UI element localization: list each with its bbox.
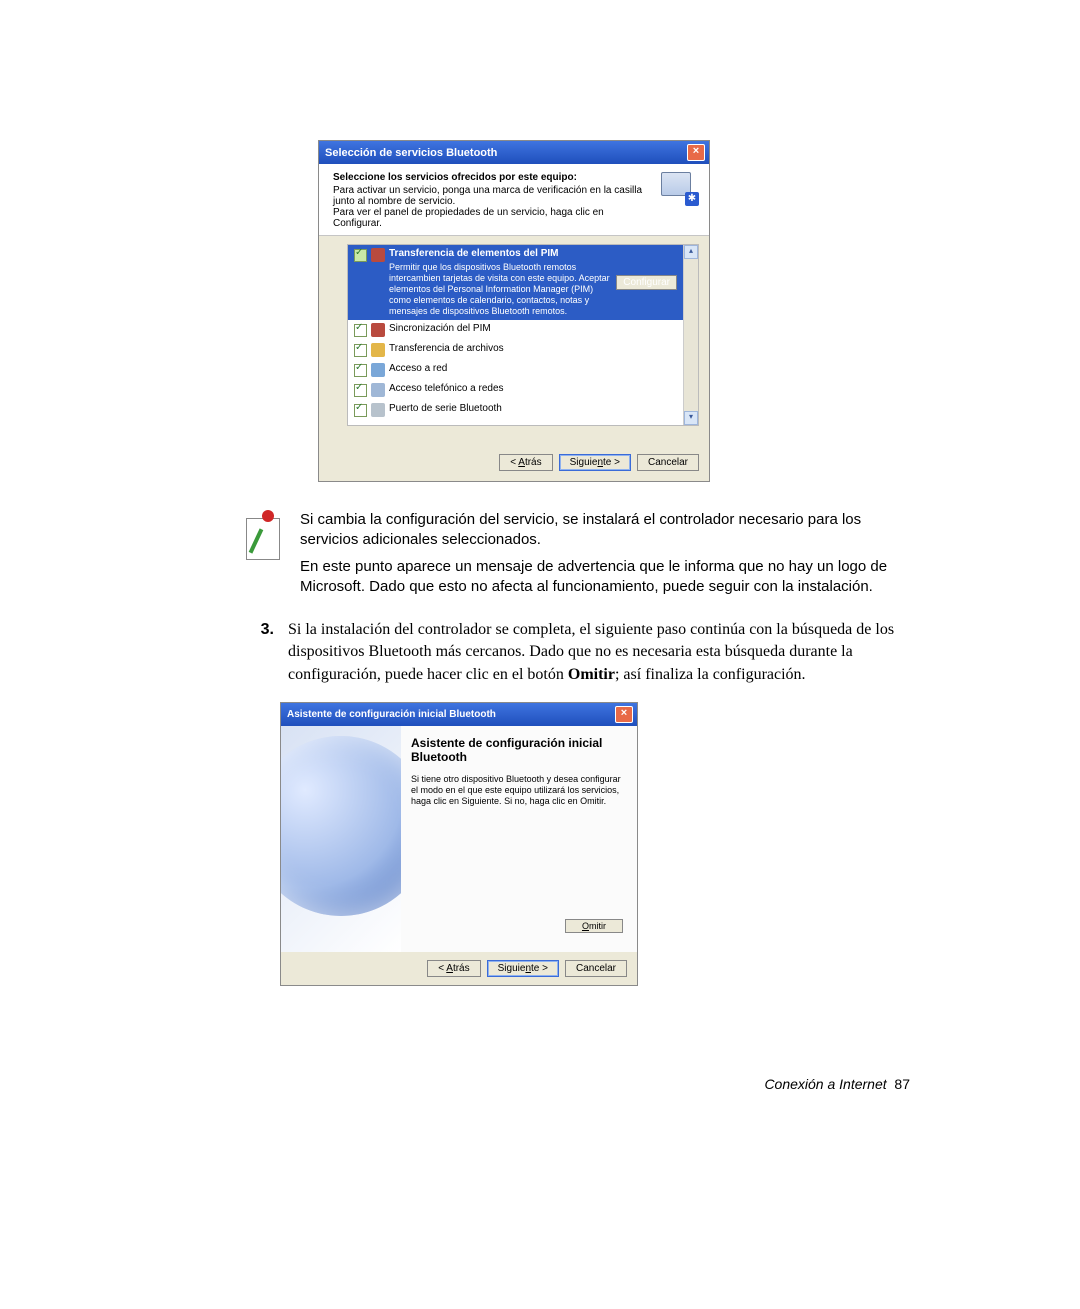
checkbox-icon[interactable] xyxy=(354,384,367,397)
checkbox-icon[interactable] xyxy=(354,344,367,357)
page-number: 87 xyxy=(894,1076,910,1092)
dialog2-heading: Asistente de configuración inicial Bluet… xyxy=(411,736,623,764)
footer-label: Conexión a Internet xyxy=(764,1076,886,1092)
services-listbox[interactable]: Transferencia de elementos del PIM Permi… xyxy=(347,244,699,426)
scrollbar[interactable]: ▴ ▾ xyxy=(683,245,698,425)
scroll-up-icon[interactable]: ▴ xyxy=(684,245,698,259)
service-pim-transfer[interactable]: Transferencia de elementos del PIM Permi… xyxy=(348,245,683,320)
dialog2-body: Asistente de configuración inicial Bluet… xyxy=(281,726,637,952)
dialog1-title: Selección de servicios Bluetooth xyxy=(325,147,497,159)
dialog2-paragraph: Si tiene otro dispositivo Bluetooth y de… xyxy=(411,774,623,807)
next-button[interactable]: Siguiente > xyxy=(487,960,559,977)
dialog1-buttons: < Atrás Siguiente > Cancelar xyxy=(319,434,709,481)
folder-icon xyxy=(371,343,385,357)
network-icon xyxy=(371,363,385,377)
step-3: 3. Si la instalación del controlador se … xyxy=(250,619,910,686)
sync-icon xyxy=(371,323,385,337)
computer-bluetooth-icon: ✱ xyxy=(661,172,699,206)
close-icon[interactable]: × xyxy=(687,144,705,161)
dialog1-titlebar[interactable]: Selección de servicios Bluetooth × xyxy=(319,141,709,164)
note-paragraph-1: Si cambia la configuración del servicio,… xyxy=(300,510,910,551)
service-serial-port[interactable]: Puerto de serie Bluetooth xyxy=(348,400,683,420)
dialog2-title: Asistente de configuración inicial Bluet… xyxy=(287,709,496,720)
page-footer: Conexión a Internet 87 xyxy=(250,1076,910,1092)
note-paragraph-2: En este punto aparece un mensaje de adve… xyxy=(300,557,910,598)
step-number: 3. xyxy=(250,619,274,686)
bluetooth-wizard-dialog: Asistente de configuración inicial Bluet… xyxy=(280,702,638,986)
back-button[interactable]: < Atrás xyxy=(499,454,552,471)
phone-icon xyxy=(371,383,385,397)
checkbox-icon[interactable] xyxy=(354,249,367,262)
dialog1-intro: Seleccione los servicios ofrecidos por e… xyxy=(319,164,709,236)
checkbox-icon[interactable] xyxy=(354,364,367,377)
notepad-icon xyxy=(246,510,282,560)
pim-icon xyxy=(371,248,385,262)
service-network-access[interactable]: Acceso a red xyxy=(348,360,683,380)
service-pim-desc: Permitir que los dispositivos Bluetooth … xyxy=(389,262,612,317)
cancel-button[interactable]: Cancelar xyxy=(637,454,699,471)
service-pim-sync[interactable]: Sincronización del PIM xyxy=(348,320,683,340)
omit-button[interactable]: Omitir xyxy=(565,919,623,933)
bluetooth-services-dialog: Selección de servicios Bluetooth × Selec… xyxy=(318,140,710,482)
document-page: Selección de servicios Bluetooth × Selec… xyxy=(0,0,1080,1152)
dialog1-line2: Para ver el panel de propiedades de un s… xyxy=(333,207,653,229)
dialog2-titlebar[interactable]: Asistente de configuración inicial Bluet… xyxy=(281,703,637,726)
checkbox-icon[interactable] xyxy=(354,324,367,337)
next-button[interactable]: Siguiente > xyxy=(559,454,631,471)
step-text: Si la instalación del controlador se com… xyxy=(288,619,910,686)
services-pane: Transferencia de elementos del PIM Permi… xyxy=(319,236,709,434)
close-icon[interactable]: × xyxy=(615,706,633,723)
cancel-button[interactable]: Cancelar xyxy=(565,960,627,977)
dialog1-heading: Seleccione los servicios ofrecidos por e… xyxy=(333,172,653,183)
back-button[interactable]: < Atrás xyxy=(427,960,480,977)
serial-icon xyxy=(371,403,385,417)
service-file-transfer[interactable]: Transferencia de archivos xyxy=(348,340,683,360)
dialog1-line1: Para activar un servicio, ponga una marc… xyxy=(333,185,653,207)
configure-button[interactable]: Configurar xyxy=(616,275,677,290)
checkbox-icon[interactable] xyxy=(354,404,367,417)
scroll-down-icon[interactable]: ▾ xyxy=(684,411,698,425)
globe-icon xyxy=(281,726,401,952)
service-pim-title: Transferencia de elementos del PIM xyxy=(389,248,612,259)
dialog2-buttons: < Atrás Siguiente > Cancelar xyxy=(281,952,637,985)
note-block: Si cambia la configuración del servicio,… xyxy=(246,510,910,597)
service-dialup[interactable]: Acceso telefónico a redes xyxy=(348,380,683,400)
